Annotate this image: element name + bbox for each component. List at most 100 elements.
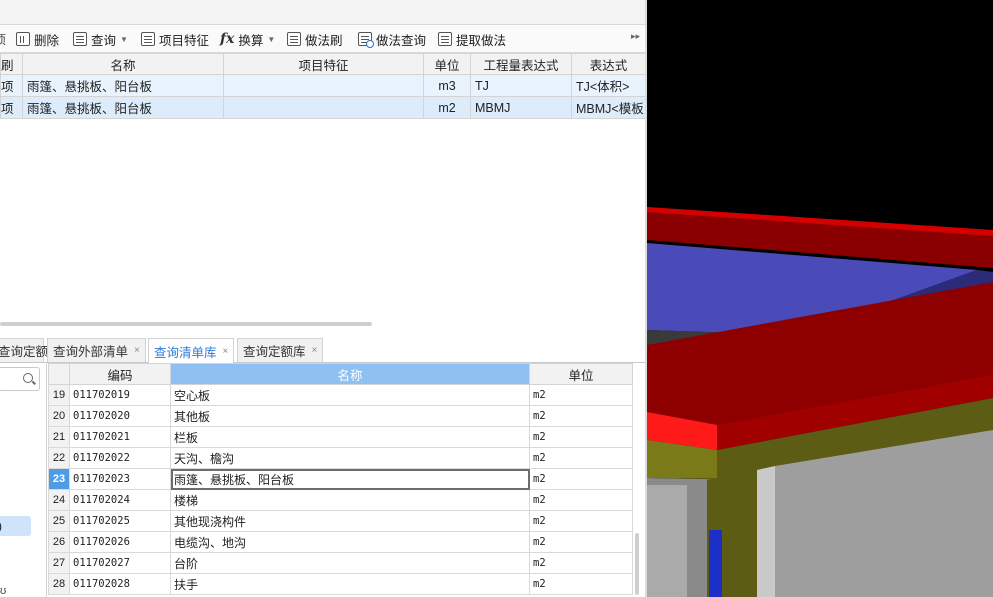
cell-code[interactable]: 011702020 xyxy=(69,405,171,427)
cell-expr[interactable]: TJ xyxy=(470,74,572,97)
list-library-grid: 编码 名称 单位 19 011702019 空心板 m2 20 011702020 其他板… xyxy=(48,363,633,595)
tab-query-quota-library[interactable]: 查询定额库 × xyxy=(237,338,324,362)
cell-name[interactable]: 其他板 xyxy=(170,405,530,427)
cell-name[interactable]: 雨篷、悬挑板、阳台板 xyxy=(22,96,224,119)
cell-code[interactable]: 011702022 xyxy=(69,447,171,469)
cell-code[interactable]: 011702023 xyxy=(69,468,171,490)
cell-name[interactable]: 雨篷、悬挑板、阳台板 xyxy=(22,74,224,97)
cell-code[interactable]: 011702027 xyxy=(69,552,171,574)
cell-name[interactable]: 空心板 xyxy=(170,384,530,406)
col-header-expr[interactable]: 工程量表达式 xyxy=(470,53,572,75)
tree-item-selected[interactable]: ) xyxy=(0,516,31,536)
table-row[interactable]: 24 011702024 楼梯 m2 xyxy=(48,489,633,511)
close-icon[interactable]: × xyxy=(134,345,140,356)
table-row-current[interactable]: 23 011702023 雨篷、悬挑板、阳台板 m2 xyxy=(48,468,633,490)
table-row[interactable]: 21 011702021 栏板 m2 xyxy=(48,426,633,448)
cell-code[interactable]: 011702026 xyxy=(69,531,171,553)
col-header-code[interactable]: 编码 xyxy=(69,363,171,385)
cell-name[interactable]: 楼梯 xyxy=(170,489,530,511)
cell-code[interactable]: 011702019 xyxy=(69,384,171,406)
delete-button[interactable]: 删除 xyxy=(16,29,59,49)
table-row[interactable]: 项 雨篷、悬挑板、阳台板 m3 TJ TJ<体积> xyxy=(0,74,645,97)
cell-name[interactable]: 台阶 xyxy=(170,552,530,574)
method-query-label: 做法查询 xyxy=(376,33,427,48)
query-button[interactable]: 查询 ▼ xyxy=(73,29,128,49)
cell-name[interactable]: 栏板 xyxy=(170,426,530,448)
feature-label: 项目特征 xyxy=(159,33,210,48)
extract-method-button[interactable]: 提取做法 xyxy=(438,29,506,49)
cell-unit[interactable]: m2 xyxy=(529,510,633,532)
cell-unit[interactable]: m3 xyxy=(423,74,471,97)
delete-label: 删除 xyxy=(34,33,60,48)
library-tree-pane: ) ʊ xyxy=(0,363,47,597)
cell-name[interactable]: 电缆沟、地沟 xyxy=(170,531,530,553)
cell-unit[interactable]: m2 xyxy=(529,573,633,595)
cell-type[interactable]: 项 xyxy=(0,96,23,119)
cell-unit[interactable]: m2 xyxy=(529,405,633,427)
convert-button[interactable]: fx 换算 ▼ xyxy=(220,29,275,49)
table-row[interactable]: 26 011702026 电缆沟、地沟 m2 xyxy=(48,531,633,553)
col-header-brush[interactable]: 刷 xyxy=(0,53,23,75)
cell-unit[interactable]: m2 xyxy=(529,447,633,469)
feature-button[interactable]: 项目特征 xyxy=(141,29,209,49)
cell-name[interactable]: 扶手 xyxy=(170,573,530,595)
cell-feature[interactable] xyxy=(223,74,424,97)
col-header-name[interactable]: 名称 xyxy=(170,363,530,385)
cell-code[interactable]: 011702024 xyxy=(69,489,171,511)
cell-unit[interactable]: m2 xyxy=(529,489,633,511)
tab-label: 查询定额 xyxy=(0,345,49,359)
table-row[interactable]: 25 011702025 其他现浇构件 m2 xyxy=(48,510,633,532)
cell-unit[interactable]: m2 xyxy=(529,531,633,553)
method-query-button[interactable]: 做法查询 xyxy=(358,29,426,49)
table-row[interactable]: 28 011702028 扶手 m2 xyxy=(48,573,633,595)
method-query-icon xyxy=(358,32,374,48)
horizontal-scrollbar[interactable] xyxy=(0,322,372,326)
table-row[interactable]: 19 011702019 空心板 m2 xyxy=(48,384,633,406)
tree-item-fragment[interactable]: ʊ xyxy=(0,585,6,597)
search-input[interactable] xyxy=(0,367,40,391)
table-row[interactable]: 项 雨篷、悬挑板、阳台板 m2 MBMJ MBMJ<模板 xyxy=(0,96,645,119)
row-number: 22 xyxy=(48,447,70,469)
cell-code[interactable]: 011702028 xyxy=(69,573,171,595)
bottom-tabbar: 查询定额× 查询外部清单 × 查询清单库 × 查询定额库 × xyxy=(0,336,645,363)
method-brush-label: 做法刷 xyxy=(305,33,343,48)
cell-unit[interactable]: m2 xyxy=(529,552,633,574)
search-icon[interactable] xyxy=(23,373,33,383)
title-strip xyxy=(0,0,645,25)
cell-unit[interactable]: m2 xyxy=(423,96,471,119)
method-brush-button[interactable]: 做法刷 xyxy=(287,29,343,49)
table-row[interactable]: 20 011702020 其他板 m2 xyxy=(48,405,633,427)
col-header-unit[interactable]: 单位 xyxy=(529,363,633,385)
extract-method-icon xyxy=(438,32,452,46)
col-header-expr-desc[interactable]: 表达式 xyxy=(571,53,645,75)
cell-expr[interactable]: MBMJ xyxy=(470,96,572,119)
cell-feature[interactable] xyxy=(223,96,424,119)
vertical-scrollbar[interactable] xyxy=(635,533,639,595)
cell-expr-desc[interactable]: MBMJ<模板 xyxy=(571,96,645,119)
close-icon[interactable]: × xyxy=(312,345,318,356)
cell-name[interactable]: 雨篷、悬挑板、阳台板 xyxy=(170,468,530,490)
cell-unit[interactable]: m2 xyxy=(529,384,633,406)
col-header-feature[interactable]: 项目特征 xyxy=(223,53,424,75)
tab-query-list-library[interactable]: 查询清单库 × xyxy=(148,338,235,363)
3d-viewport[interactable] xyxy=(647,0,993,597)
cell-name[interactable]: 其他现浇构件 xyxy=(170,510,530,532)
cell-unit[interactable]: m2 xyxy=(529,426,633,448)
cell-code[interactable]: 011702021 xyxy=(69,426,171,448)
table-row[interactable]: 27 011702027 台阶 m2 xyxy=(48,552,633,574)
col-header-unit[interactable]: 单位 xyxy=(423,53,471,75)
col-header-name[interactable]: 名称 xyxy=(22,53,224,75)
cell-expr-desc[interactable]: TJ<体积> xyxy=(571,74,645,97)
fx-icon: fx xyxy=(220,31,235,47)
close-icon[interactable]: × xyxy=(223,346,229,357)
row-number: 21 xyxy=(48,426,70,448)
tab-query-quota[interactable]: 查询定额× xyxy=(0,338,60,362)
cell-unit[interactable]: m2 xyxy=(529,468,633,490)
cell-code[interactable]: 011702025 xyxy=(69,510,171,532)
tab-query-external-list[interactable]: 查询外部清单 × xyxy=(47,338,146,362)
row-number: 27 xyxy=(48,552,70,574)
cell-name[interactable]: 天沟、檐沟 xyxy=(170,447,530,469)
table-row[interactable]: 22 011702022 天沟、檐沟 m2 xyxy=(48,447,633,469)
cell-type[interactable]: 项 xyxy=(0,74,23,97)
toolbar-overflow-icon[interactable]: ▸▸ xyxy=(631,31,640,42)
